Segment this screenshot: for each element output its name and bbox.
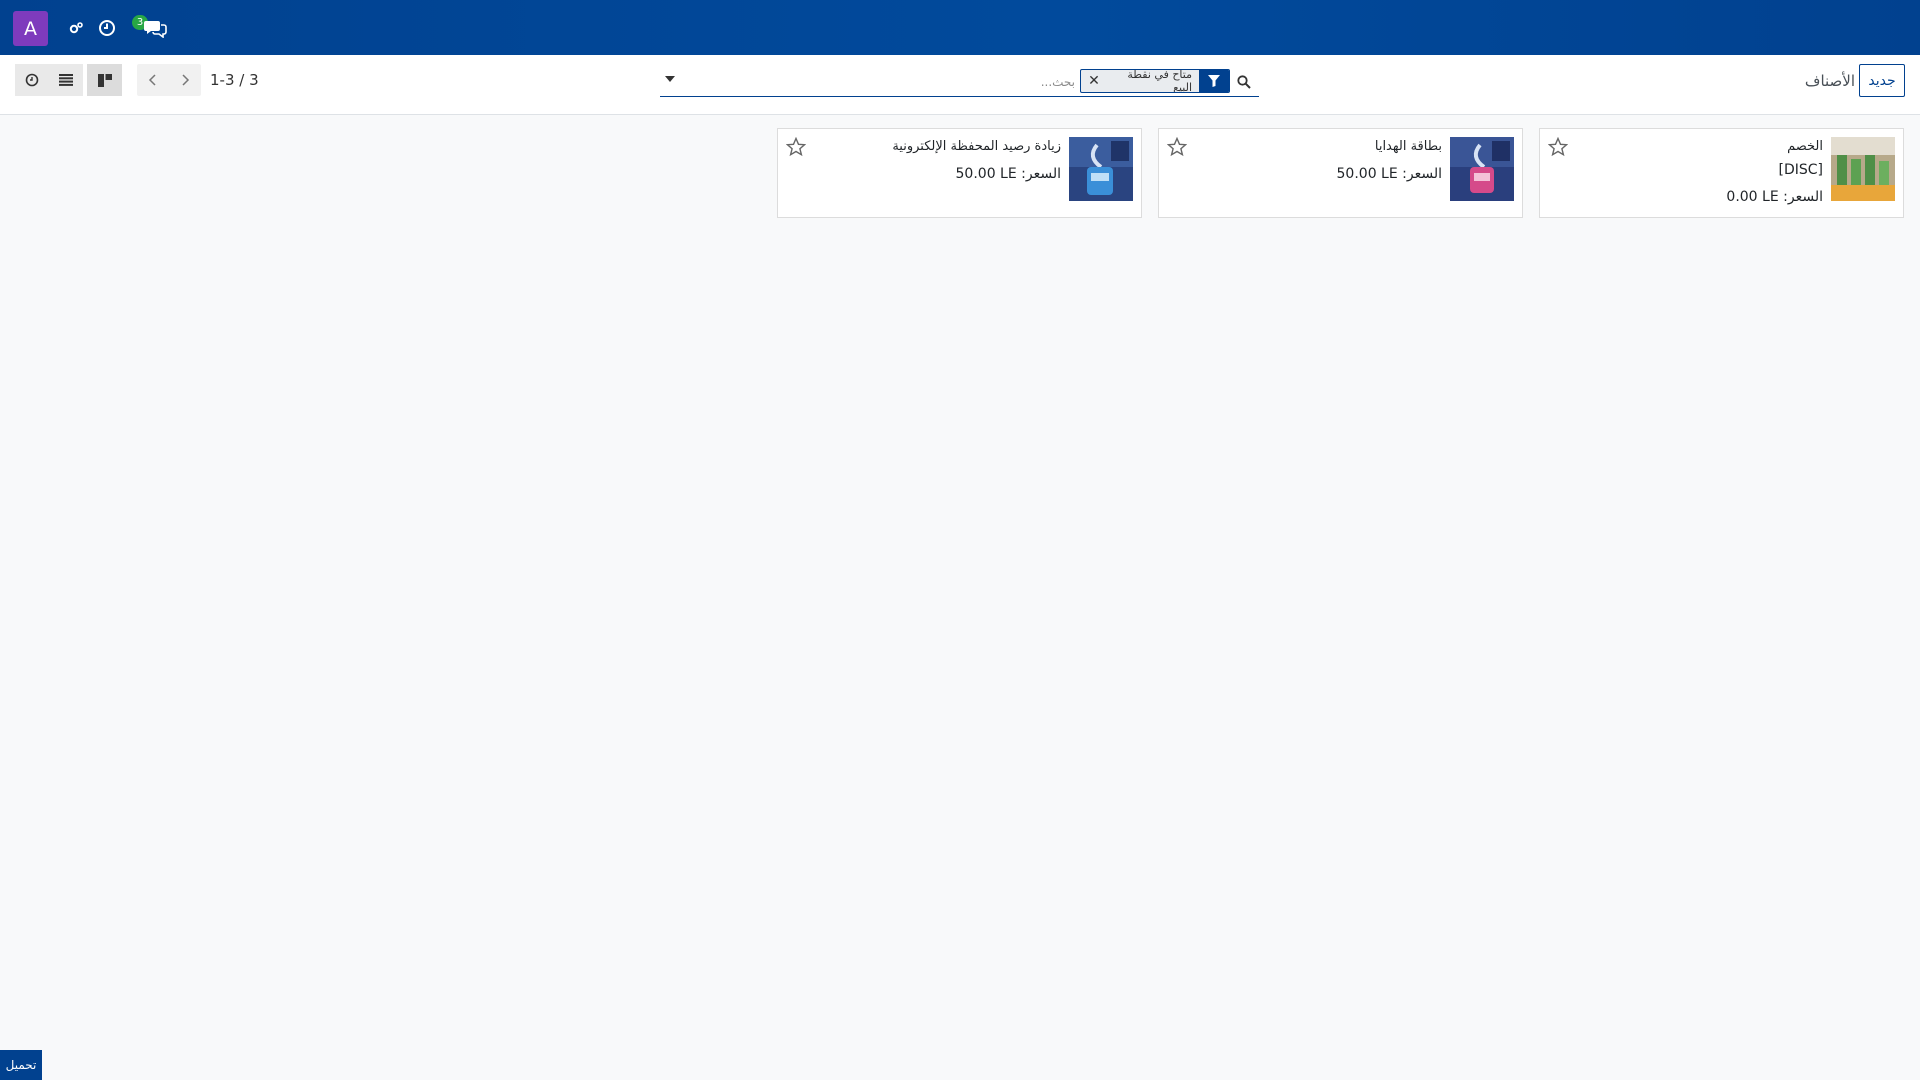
cogs-icon[interactable]	[65, 17, 87, 39]
pager-value[interactable]: 1-3 / 3	[210, 71, 259, 89]
search-icon[interactable]	[1234, 72, 1254, 92]
list-icon	[59, 74, 73, 86]
filter-icon	[1199, 70, 1229, 92]
chevron-left-icon	[148, 74, 156, 86]
card-title: بطاقة الهدايا	[1374, 139, 1442, 154]
product-image	[1069, 137, 1133, 201]
price-value: 50.00 LE	[955, 166, 1017, 182]
breadcrumb: الأصناف	[1804, 72, 1855, 90]
chevron-right-icon	[182, 74, 190, 86]
card-title: زيادة رصيد المحفظة الإلكترونية	[892, 139, 1061, 154]
price-value: 0.00 LE	[1726, 189, 1779, 205]
list-view-button[interactable]	[49, 64, 83, 96]
price-label: السعر:	[1021, 166, 1061, 182]
card-price: السعر: 0.00 LE	[1726, 189, 1823, 205]
kanban-card[interactable]: الخصم [DISC] السعر: 0.00 LE	[1539, 128, 1904, 218]
kanban-card[interactable]: بطاقة الهدايا السعر: 50.00 LE	[1158, 128, 1523, 218]
product-image	[1831, 137, 1895, 201]
clock-icon[interactable]	[96, 17, 118, 39]
search-bar: ✕ متاح في نقطة البيع	[660, 67, 1259, 97]
price-value: 50.00 LE	[1336, 166, 1398, 182]
price-label: السعر:	[1783, 189, 1823, 205]
card-price: السعر: 50.00 LE	[1337, 166, 1442, 182]
search-facet: ✕ متاح في نقطة البيع	[1080, 69, 1230, 93]
kanban-view-button[interactable]	[87, 64, 122, 96]
chat-icon[interactable]	[143, 17, 169, 39]
kanban-icon	[97, 73, 112, 87]
pager-next-button[interactable]	[169, 64, 201, 96]
kanban-card[interactable]: زيادة رصيد المحفظة الإلكترونية السعر: 50…	[777, 128, 1142, 218]
avatar[interactable]: A	[13, 11, 48, 46]
star-icon[interactable]	[1166, 136, 1188, 157]
price-label: السعر:	[1402, 166, 1442, 182]
card-price: السعر: 50.00 LE	[956, 166, 1061, 182]
search-input[interactable]	[685, 71, 1075, 93]
facet-remove-icon[interactable]: ✕	[1081, 70, 1107, 92]
pager-previous-button[interactable]	[137, 64, 169, 96]
product-image	[1450, 137, 1514, 201]
facet-label: متاح في نقطة البيع	[1127, 69, 1192, 93]
search-options-toggle[interactable]	[665, 76, 675, 82]
star-icon[interactable]	[785, 136, 807, 157]
control-panel: 1-3 / 3 ✕ متاح في نقطة البيع الأصناف جدي…	[0, 55, 1920, 115]
card-code: [DISC]	[1778, 162, 1824, 178]
star-icon[interactable]	[1547, 136, 1569, 157]
activity-view-button[interactable]	[15, 64, 49, 96]
top-navbar: A 3	[0, 0, 1920, 55]
load-button[interactable]: تحميل	[0, 1050, 42, 1080]
card-title: الخصم	[1787, 139, 1823, 154]
new-button[interactable]: جديد	[1859, 64, 1905, 97]
clock-icon	[25, 73, 39, 87]
